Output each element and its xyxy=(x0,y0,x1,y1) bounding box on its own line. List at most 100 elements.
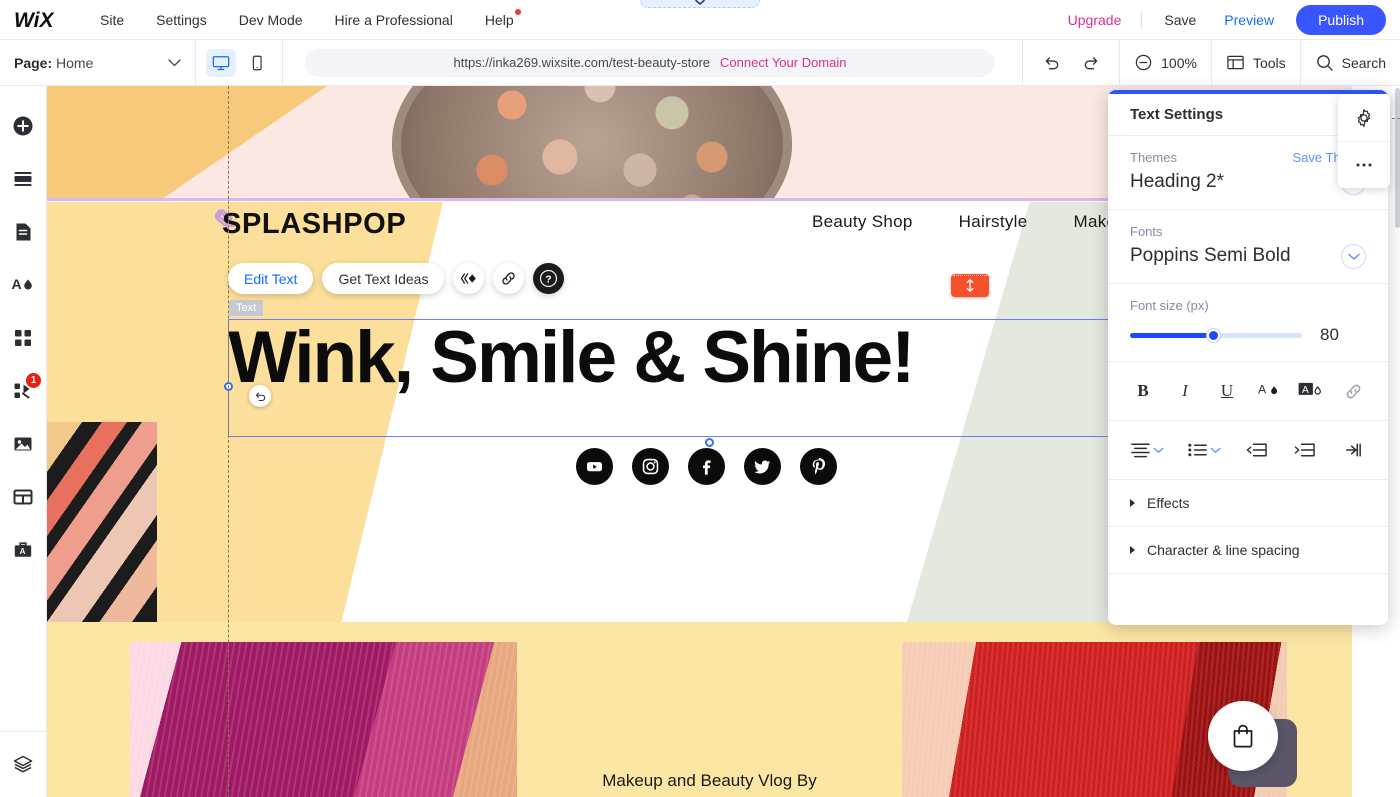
sidebar-item-layers[interactable] xyxy=(3,744,43,784)
panel-more-button[interactable] xyxy=(1338,141,1390,188)
link-button[interactable] xyxy=(493,263,525,294)
panel-title: Text Settings xyxy=(1130,106,1224,123)
italic-button[interactable]: I xyxy=(1172,378,1198,404)
zoom-out-button[interactable]: 100% xyxy=(1134,53,1197,72)
top-menu-label: Hire a Professional xyxy=(334,11,453,28)
site-brand-logo[interactable]: SPLASHPOP xyxy=(222,208,406,241)
sidebar-item-add-elements[interactable] xyxy=(3,106,43,146)
redo-button[interactable] xyxy=(1077,49,1105,77)
top-menu-item-help[interactable]: Help xyxy=(469,0,530,40)
font-size-slider-knob[interactable] xyxy=(1206,328,1220,342)
canvas-scrollbar-thumb[interactable] xyxy=(1395,88,1400,228)
add-elements-icon xyxy=(13,116,33,136)
sidebar-item-pages-menu[interactable] xyxy=(3,212,43,252)
search-button[interactable]: Search xyxy=(1315,53,1386,72)
decrease-indent-button[interactable] xyxy=(1243,437,1269,463)
font-size-slider[interactable] xyxy=(1130,328,1302,342)
paragraph-format-row xyxy=(1108,421,1388,480)
shopping-cart-button[interactable] xyxy=(1208,701,1278,771)
selection-handle-bottom[interactable] xyxy=(705,438,714,447)
highlight-color-button[interactable]: A xyxy=(1298,378,1324,404)
zoom-out-icon xyxy=(1135,54,1152,71)
wix-logo[interactable]: WiX xyxy=(14,7,66,33)
preview-button[interactable]: Preview xyxy=(1210,12,1288,28)
media-icon xyxy=(14,437,32,451)
animation-button[interactable] xyxy=(453,263,485,294)
text-color-button[interactable]: A xyxy=(1256,378,1282,404)
site-nav-item-hairstyle[interactable]: Hairstyle xyxy=(959,212,1028,232)
sidebar-item-cms[interactable] xyxy=(3,477,43,517)
apps-icon xyxy=(15,330,31,346)
edit-text-button[interactable]: Edit Text xyxy=(228,263,314,294)
top-menu-item-site[interactable]: Site xyxy=(84,0,140,40)
top-menu-item-hire-a-professional[interactable]: Hire a Professional xyxy=(319,0,469,40)
social-link-facebook[interactable] xyxy=(688,448,725,485)
top-bar-actions: Upgrade Save Preview Publish xyxy=(1056,4,1400,35)
search-icon xyxy=(1316,55,1333,71)
svg-text:?: ? xyxy=(546,275,552,286)
top-menu: Site Settings Dev Mode Hire a Profession… xyxy=(84,0,530,40)
bold-button[interactable]: B xyxy=(1130,378,1156,404)
text-direction-button[interactable] xyxy=(1340,437,1366,463)
tools-button[interactable]: Tools xyxy=(1226,53,1286,72)
header-yellow-shape xyxy=(47,86,327,199)
panel-settings-button[interactable] xyxy=(1338,94,1390,141)
canvas-scrollbar[interactable] xyxy=(1395,88,1400,797)
svg-text:A: A xyxy=(1258,382,1267,396)
cms-icon xyxy=(13,489,33,505)
sidebar-item-app-market[interactable]: 1 xyxy=(3,371,43,411)
desktop-view-button[interactable] xyxy=(206,48,236,77)
fonts-label: Fonts xyxy=(1130,224,1163,239)
sub-bar: Page: Home https://inka269.wixsite.com/t… xyxy=(0,39,1400,86)
text-format-row: B I U A A xyxy=(1108,362,1388,421)
section-resize-handle[interactable] xyxy=(951,274,989,297)
social-link-youtube[interactable] xyxy=(576,448,613,485)
font-value: Poppins Semi Bold xyxy=(1130,245,1291,266)
spacing-accordion[interactable]: Character & line spacing xyxy=(1108,527,1388,574)
site-nav-item-beauty-shop[interactable]: Beauty Shop xyxy=(812,212,913,232)
connect-domain-link[interactable]: Connect Your Domain xyxy=(720,55,846,70)
social-link-pinterest[interactable] xyxy=(800,448,837,485)
sidebar-item-apps[interactable] xyxy=(3,318,43,358)
mobile-view-button[interactable] xyxy=(242,49,272,77)
top-menu-label: Site xyxy=(100,11,125,28)
underline-button[interactable]: U xyxy=(1214,378,1240,404)
get-text-ideas-button[interactable]: Get Text Ideas xyxy=(322,263,445,294)
social-link-instagram[interactable] xyxy=(632,448,669,485)
top-center-notch[interactable] xyxy=(640,0,760,8)
page-selector-value: Home xyxy=(56,54,94,71)
element-float-toolbar: Edit Text Get Text Ideas ? xyxy=(228,263,565,294)
social-icons-row xyxy=(576,448,837,485)
sidebar-item-site-design[interactable]: A xyxy=(3,265,43,305)
text-link-button[interactable] xyxy=(1340,378,1366,404)
font-size-value[interactable]: 80 xyxy=(1320,325,1339,345)
font-size-label: Font size (px) xyxy=(1130,298,1209,313)
increase-indent-button[interactable] xyxy=(1292,437,1318,463)
sidebar-item-media[interactable] xyxy=(3,424,43,464)
undo-icon xyxy=(1045,57,1058,70)
sidebar-item-add-section[interactable] xyxy=(3,159,43,199)
list-style-dropdown[interactable] xyxy=(1187,441,1221,459)
social-link-twitter[interactable] xyxy=(744,448,781,485)
page-selector[interactable]: Page: Home xyxy=(0,39,196,86)
pinterest-icon xyxy=(812,458,826,475)
fonts-section: Fonts Poppins Semi Bold xyxy=(1108,210,1388,284)
undo-button[interactable] xyxy=(1037,49,1065,77)
top-menu-item-settings[interactable]: Settings xyxy=(140,0,223,40)
help-button[interactable]: ? xyxy=(533,263,565,294)
publish-button[interactable]: Publish xyxy=(1296,4,1386,35)
undo-element-button[interactable] xyxy=(249,385,271,407)
pink-hair-image[interactable] xyxy=(130,642,517,797)
top-menu-item-dev-mode[interactable]: Dev Mode xyxy=(223,0,319,40)
effects-accordion[interactable]: Effects xyxy=(1108,480,1388,527)
site-design-icon: A xyxy=(12,276,32,292)
sidebar-item-business-tools[interactable]: A xyxy=(3,530,43,570)
font-dropdown-button[interactable] xyxy=(1341,244,1366,269)
site-url-bar[interactable]: https://inka269.wixsite.com/test-beauty-… xyxy=(305,48,995,77)
hero-headline[interactable]: Wink, Smile & Shine! xyxy=(228,319,1128,397)
triangle-right-icon xyxy=(1130,546,1135,554)
upgrade-button[interactable]: Upgrade xyxy=(1056,12,1134,28)
text-align-dropdown[interactable] xyxy=(1130,441,1164,459)
save-button[interactable]: Save xyxy=(1150,12,1210,28)
vertical-guide-line xyxy=(228,86,229,797)
